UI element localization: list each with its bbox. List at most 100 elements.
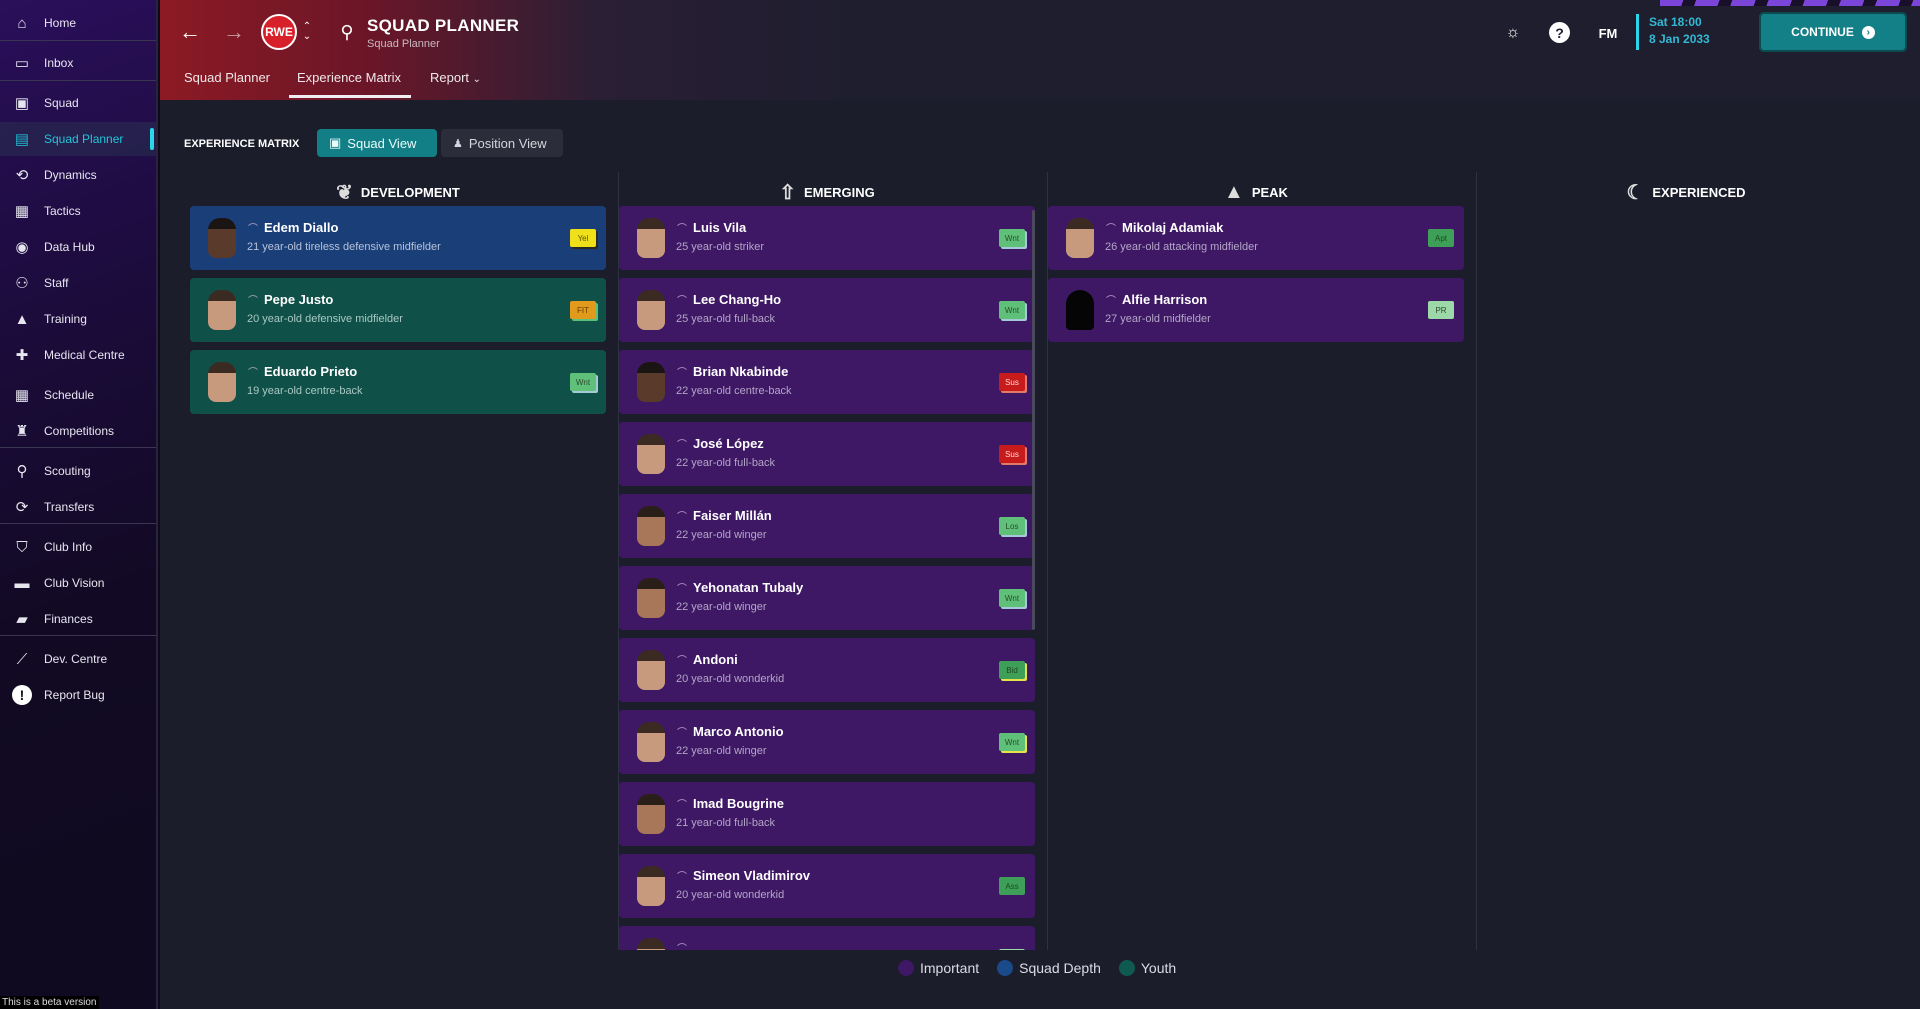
headphones-icon: ⌒: [248, 296, 258, 307]
player-name[interactable]: Mikolaj Adamiak: [1122, 220, 1223, 235]
status-badge[interactable]: Wnt: [570, 373, 596, 391]
player-name[interactable]: Lee Chang-Ho: [693, 292, 781, 307]
sidebar-item-competitions[interactable]: ♜ Competitions: [0, 414, 156, 448]
sidebar-item-scouting[interactable]: ⚲ Scouting: [0, 454, 156, 488]
fm-menu-button[interactable]: FM: [1595, 22, 1621, 44]
sidebar-item-club-vision[interactable]: ▬ Club Vision: [0, 566, 156, 600]
status-badge[interactable]: FIT: [570, 301, 596, 319]
player-card[interactable]: ⌒ Faiser Millán 22 year-old winger Los: [619, 494, 1035, 558]
player-card[interactable]: ⌒ Simeon Vladimirov 20 year-old wonderkid A…: [619, 854, 1035, 918]
player-name[interactable]: Yehonatan Tubaly: [693, 580, 803, 595]
player-name[interactable]: Alfie Harrison: [1122, 292, 1207, 307]
beta-notice: This is a beta version: [0, 996, 99, 1009]
player-name[interactable]: Eduardo Prieto: [264, 364, 357, 379]
sidebar-item-label: Report Bug: [44, 688, 105, 702]
headphones-icon: ⌒: [677, 944, 687, 950]
sidebar-item-data-hub[interactable]: ◉ Data Hub: [0, 230, 156, 264]
sidebar-item-squad[interactable]: ▣ Squad: [0, 86, 156, 120]
continue-button[interactable]: CONTINUE ›: [1759, 12, 1907, 52]
player-name[interactable]: Faiser Millán: [693, 508, 772, 523]
tab-experience-matrix[interactable]: Experience Matrix: [288, 70, 412, 98]
player-name-row: ⌒ Faiser Millán: [677, 508, 772, 523]
sidebar-item-label: Medical Centre: [44, 348, 125, 362]
status-badge[interactable]: Wnt: [999, 229, 1025, 247]
sidebar-item-dynamics[interactable]: ⟲ Dynamics: [0, 158, 156, 192]
sidebar-item-label: Dynamics: [44, 168, 97, 182]
status-badge[interactable]: Wnt: [999, 589, 1025, 607]
player-description: 20 year-old defensive midfielder: [247, 313, 403, 325]
tab-report[interactable]: Report ⌄: [430, 70, 481, 96]
position-view-button[interactable]: ♟ Position View: [441, 129, 563, 157]
player-face: [637, 722, 665, 762]
status-badge[interactable]: Ass: [999, 877, 1025, 895]
player-card[interactable]: ⌒ Mikolaj Adamiak 26 year-old attacking mi…: [1048, 206, 1464, 270]
forward-button[interactable]: →: [222, 19, 246, 44]
player-name[interactable]: Brian Nkabinde: [693, 364, 788, 379]
player-name[interactable]: Andoni: [693, 652, 738, 667]
player-card[interactable]: ⌒: [619, 926, 1035, 950]
status-badge[interactable]: Apt: [1428, 229, 1454, 247]
status-badge[interactable]: Yel: [570, 229, 596, 247]
sidebar-item-medical-centre[interactable]: ✚ Medical Centre: [0, 338, 156, 372]
sidebar-item-transfers[interactable]: ⟳ Transfers: [0, 490, 156, 524]
player-name[interactable]: Luis Vila: [693, 220, 746, 235]
status-badge[interactable]: Los: [999, 517, 1025, 535]
sidebar-item-club-info[interactable]: ⛉ Club Info: [0, 530, 156, 564]
player-name[interactable]: José López: [693, 436, 764, 451]
home-icon: ⌂: [17, 14, 27, 32]
status-badge[interactable]: Bid: [999, 661, 1025, 679]
player-card[interactable]: ⌒ Edem Diallo 21 year-old tireless defensi…: [190, 206, 606, 270]
emerging-scrollbar[interactable]: [1032, 210, 1035, 630]
club-switch-button[interactable]: ⌃ ⌄: [301, 18, 313, 46]
help-button[interactable]: ?: [1549, 22, 1570, 43]
status-badge[interactable]: [999, 949, 1025, 950]
player-face: [637, 290, 665, 330]
status-badge[interactable]: Wnt: [999, 301, 1025, 319]
player-face: [637, 650, 665, 690]
club-badge-button[interactable]: RWE: [261, 14, 297, 50]
help-icon: ?: [1555, 24, 1564, 41]
tab-squad-planner[interactable]: Squad Planner: [184, 70, 270, 96]
player-card[interactable]: ⌒ Marco Antonio 22 year-old winger Wnt: [619, 710, 1035, 774]
player-name-row: ⌒ Lee Chang-Ho: [677, 292, 781, 307]
player-name[interactable]: Edem Diallo: [264, 220, 338, 235]
status-badge[interactable]: Sus: [999, 373, 1025, 391]
player-name-row: ⌒ Simeon Vladimirov: [677, 868, 810, 883]
sidebar-item-report-bug[interactable]: ! Report Bug: [0, 678, 156, 712]
sidebar-item-staff[interactable]: ⚇ Staff: [0, 266, 156, 300]
sidebar-item-tactics[interactable]: ▦ Tactics: [0, 194, 156, 228]
search-button[interactable]: ⚲: [335, 20, 359, 44]
sidebar-item-squad-planner[interactable]: ▤ Squad Planner: [0, 122, 156, 156]
player-card[interactable]: ⌒ Pepe Justo 20 year-old defensive midfiel…: [190, 278, 606, 342]
player-card[interactable]: ⌒ Yehonatan Tubaly 22 year-old winger Wnt: [619, 566, 1035, 630]
player-face: [1066, 290, 1094, 330]
player-name[interactable]: Imad Bougrine: [693, 796, 784, 811]
player-card[interactable]: ⌒ Lee Chang-Ho 25 year-old full-back Wnt: [619, 278, 1035, 342]
sidebar-item-inbox[interactable]: ▭ Inbox: [0, 46, 156, 80]
date-text: 8 Jan 2033: [1649, 32, 1710, 46]
social-button[interactable]: ☼: [1502, 22, 1524, 44]
sidebar-item-dev-centre[interactable]: ⟋ Dev. Centre: [0, 642, 156, 676]
sidebar-item-training[interactable]: ▲ Training: [0, 302, 156, 336]
back-button[interactable]: ←: [178, 19, 202, 44]
status-badge[interactable]: PR: [1428, 301, 1454, 319]
sidebar-item-home[interactable]: ⌂ Home: [0, 6, 156, 40]
player-card[interactable]: ⌒ Andoni 20 year-old wonderkid Bid: [619, 638, 1035, 702]
player-name[interactable]: Pepe Justo: [264, 292, 333, 307]
player-card[interactable]: ⌒ Alfie Harrison 27 year-old midfielder PR: [1048, 278, 1464, 342]
squad-view-button[interactable]: ▣ Squad View: [317, 129, 437, 157]
player-name[interactable]: Simeon Vladimirov: [693, 868, 810, 883]
player-name[interactable]: Marco Antonio: [693, 724, 784, 739]
player-card[interactable]: ⌒ Imad Bougrine 21 year-old full-back: [619, 782, 1035, 846]
sidebar-item-schedule[interactable]: ▦ Schedule: [0, 378, 156, 412]
player-card[interactable]: ⌒ Luis Vila 25 year-old striker Wnt: [619, 206, 1035, 270]
player-card[interactable]: ⌒ Eduardo Prieto 19 year-old centre-back Wn…: [190, 350, 606, 414]
sidebar-item-finances[interactable]: ▰ Finances: [0, 602, 156, 636]
status-badge[interactable]: Sus: [999, 445, 1025, 463]
player-face: [1066, 218, 1094, 258]
player-card[interactable]: ⌒ Brian Nkabinde 22 year-old centre-back Su…: [619, 350, 1035, 414]
sidebar-item-label: Finances: [44, 612, 93, 626]
status-badge[interactable]: Wnt: [999, 733, 1025, 751]
player-card[interactable]: ⌒ José López 22 year-old full-back Sus: [619, 422, 1035, 486]
sidebar-item-label: Squad Planner: [44, 132, 124, 146]
